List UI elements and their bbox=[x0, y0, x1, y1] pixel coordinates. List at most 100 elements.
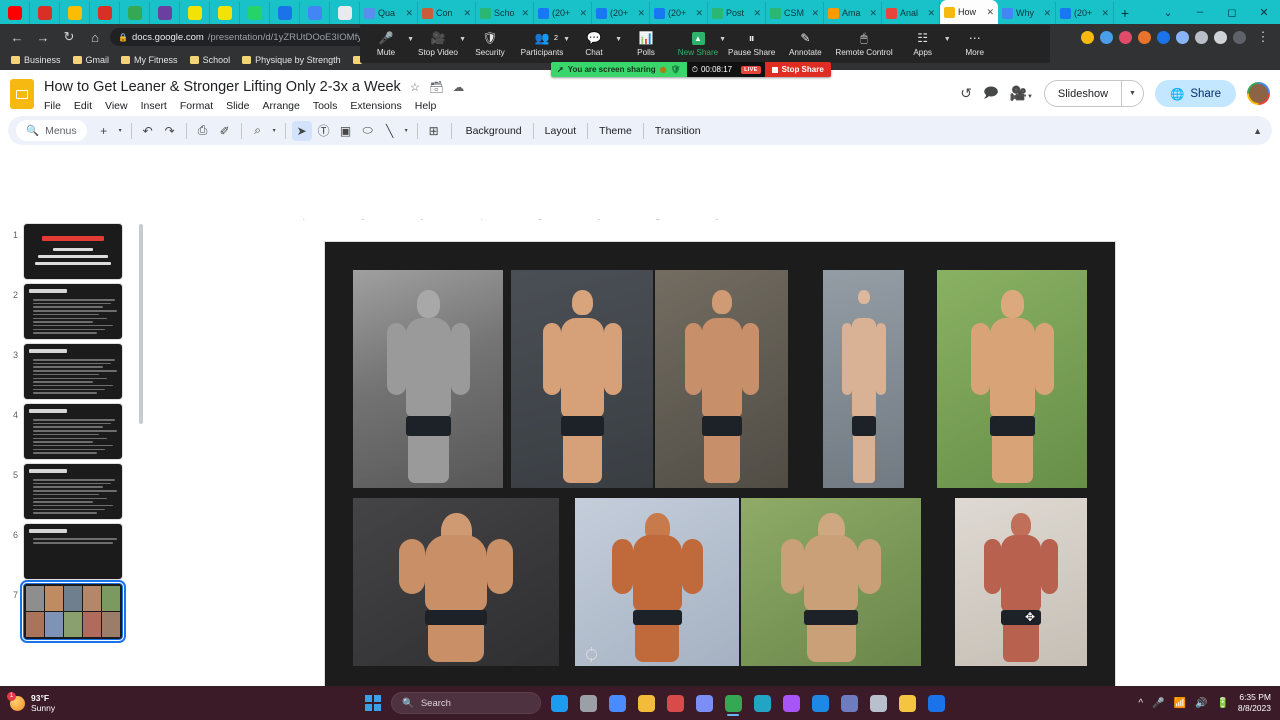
zoom-control-chat[interactable]: 💬 Chat ▼ bbox=[568, 32, 622, 57]
extension-icon-7[interactable] bbox=[1214, 30, 1227, 44]
address-bar[interactable]: 🔒 docs.google.com/presentation/d/1yZRUtD… bbox=[110, 28, 370, 46]
slideshow-dropdown-icon[interactable]: ▼ bbox=[1122, 90, 1143, 97]
taskbar-file-explorer-icon[interactable] bbox=[633, 690, 659, 716]
taskbar-zoom-icon[interactable] bbox=[604, 690, 630, 716]
star-icon[interactable]: ☆ bbox=[410, 80, 420, 94]
filmstrip-slide[interactable]: 4 bbox=[0, 400, 146, 460]
filmstrip-slide[interactable]: 5 bbox=[0, 460, 146, 520]
comment-icon[interactable]: 🗩 bbox=[983, 82, 999, 106]
close-window-button[interactable]: ✕ bbox=[1248, 6, 1280, 19]
taskbar-affinity-icon[interactable] bbox=[836, 690, 862, 716]
photo-older-lifter-bathroom[interactable] bbox=[955, 498, 1087, 666]
pinned-tab-gmail[interactable] bbox=[30, 2, 60, 24]
bookmark-item[interactable]: School bbox=[185, 54, 236, 66]
taskbar-edge-icon[interactable] bbox=[749, 690, 775, 716]
menus-search-input[interactable]: 🔍 Menus bbox=[16, 120, 87, 141]
filmstrip-slide[interactable]: 6 bbox=[0, 520, 146, 580]
pinned-tab-slack[interactable] bbox=[150, 2, 180, 24]
menu-file[interactable]: File bbox=[44, 100, 61, 112]
close-tab-icon[interactable]: ✕ bbox=[463, 8, 471, 19]
extension-icon-3[interactable] bbox=[1138, 30, 1151, 44]
taskbar-media-player-icon[interactable] bbox=[778, 690, 804, 716]
photo-outdoor-flex-tattoo[interactable] bbox=[937, 270, 1087, 488]
weather-widget[interactable]: 1 93°F Sunny bbox=[0, 691, 360, 713]
line-dropdown[interactable]: ▾ bbox=[402, 127, 411, 134]
new-slide-button[interactable]: + bbox=[94, 121, 114, 141]
extension-icon-6[interactable] bbox=[1195, 30, 1208, 44]
rotation-handle[interactable] bbox=[586, 647, 597, 662]
extension-icon-4[interactable] bbox=[1157, 30, 1170, 44]
share-shield-icon[interactable]: 🛡 bbox=[671, 65, 681, 74]
zoom-button[interactable]: ⌕ bbox=[248, 121, 268, 141]
zoom-dropdown[interactable]: ▾ bbox=[270, 127, 279, 134]
slide-thumbnail[interactable] bbox=[23, 343, 123, 400]
browser-tab[interactable]: (20+ ✕ bbox=[1056, 2, 1114, 24]
menu-format[interactable]: Format bbox=[180, 100, 213, 112]
menu-extensions[interactable]: Extensions bbox=[350, 100, 401, 112]
zoom-control-annotate[interactable]: ✎ Annotate bbox=[779, 32, 831, 57]
speaker-icon[interactable]: 🔊 bbox=[1195, 698, 1207, 709]
version-history-icon[interactable]: ↺ bbox=[960, 85, 972, 102]
pinned-tab-gmail-2[interactable] bbox=[90, 2, 120, 24]
slide-canvas-area[interactable]: ✥ bbox=[146, 220, 1280, 710]
add-comment-button[interactable]: ⊞ bbox=[424, 121, 444, 141]
photo-gym-flex-pair[interactable] bbox=[655, 270, 788, 488]
photo-outdoor-lean-shirtless[interactable] bbox=[741, 498, 921, 666]
close-tab-icon[interactable]: ✕ bbox=[637, 8, 645, 19]
menu-arrange[interactable]: Arrange bbox=[262, 100, 299, 112]
maximize-button[interactable]: ◻ bbox=[1216, 6, 1248, 19]
filmstrip-slide[interactable]: 3 bbox=[0, 340, 146, 400]
filmstrip-scrollbar[interactable] bbox=[139, 224, 143, 424]
meet-camera-icon[interactable]: 🎥▼ bbox=[1010, 85, 1033, 102]
menu-help[interactable]: Help bbox=[415, 100, 437, 112]
browser-tab[interactable]: Scho ✕ bbox=[476, 2, 534, 24]
menu-tools[interactable]: Tools bbox=[313, 100, 338, 112]
taskbar-search-input[interactable]: 🔍 Search bbox=[391, 692, 541, 714]
back-button[interactable]: ← bbox=[6, 30, 28, 45]
pinned-tab-drive-2[interactable] bbox=[120, 2, 150, 24]
move-to-folder-icon[interactable]: 🗃 bbox=[429, 80, 444, 94]
microphone-icon[interactable]: 🎤 bbox=[1152, 698, 1164, 709]
line-button[interactable]: ╲ bbox=[380, 121, 400, 141]
slide-thumbnail[interactable] bbox=[23, 403, 123, 460]
browser-tab[interactable]: CSM ✕ bbox=[766, 2, 824, 24]
paint-format-button[interactable]: ✐ bbox=[215, 121, 235, 141]
pinned-tab-chatgpt-2[interactable] bbox=[210, 2, 240, 24]
current-slide[interactable]: ✥ bbox=[325, 242, 1115, 692]
share-button[interactable]: 🌐 Share bbox=[1154, 80, 1236, 107]
browser-tab[interactable]: Con ✕ bbox=[418, 2, 476, 24]
photo-locker-room-mirror-selfie[interactable] bbox=[353, 498, 559, 666]
taskbar-calculator-icon[interactable] bbox=[865, 690, 891, 716]
menu-view[interactable]: View bbox=[105, 100, 128, 112]
new-tab-button[interactable]: + bbox=[1114, 2, 1136, 24]
close-tab-icon[interactable]: ✕ bbox=[695, 8, 703, 19]
tab-search-icon[interactable]: ⌄ bbox=[1152, 6, 1184, 19]
pinned-tab-books[interactable] bbox=[330, 2, 360, 24]
zoom-control-remote-control[interactable]: 🖱 Remote Control bbox=[831, 32, 896, 57]
select-tool-button[interactable]: ➤ bbox=[291, 120, 312, 141]
document-title[interactable]: How to Get Leaner & Stronger Lifting Onl… bbox=[44, 79, 401, 95]
browser-tab[interactable]: Post ✕ bbox=[708, 2, 766, 24]
slideshow-button[interactable]: Slideshow ▼ bbox=[1043, 80, 1144, 107]
browser-tab[interactable]: Qua ✕ bbox=[360, 2, 418, 24]
slide-thumbnail[interactable] bbox=[23, 223, 123, 280]
close-tab-icon[interactable]: ✕ bbox=[753, 8, 761, 19]
filmstrip-slide[interactable]: 2 bbox=[0, 280, 146, 340]
photo-classic-bw-bodybuilder[interactable] bbox=[353, 270, 503, 488]
menu-insert[interactable]: Insert bbox=[141, 100, 167, 112]
zoom-control-new-share[interactable]: ▲ New Share ▼ bbox=[672, 32, 726, 57]
zoom-control-stop-video[interactable]: 🎥 Stop Video ▼ bbox=[412, 32, 466, 57]
toolbar-background-button[interactable]: Background bbox=[459, 125, 529, 137]
avatar[interactable] bbox=[1247, 82, 1270, 105]
battery-icon[interactable]: 🔋 bbox=[1216, 698, 1228, 709]
zoom-control-participants[interactable]: 👥 Participants ▼ 2 bbox=[516, 32, 570, 57]
reload-button[interactable]: ↻ bbox=[58, 29, 80, 45]
menu-edit[interactable]: Edit bbox=[74, 100, 92, 112]
photo-competition-bodybuilder-blue-shorts[interactable] bbox=[575, 498, 739, 666]
photo-rings-physique[interactable] bbox=[823, 270, 904, 488]
filmstrip-slide[interactable]: 1 bbox=[0, 220, 146, 280]
browser-tab[interactable]: Ama ✕ bbox=[824, 2, 882, 24]
close-tab-icon[interactable]: ✕ bbox=[1043, 8, 1051, 19]
pinned-tab-chrome[interactable] bbox=[300, 2, 330, 24]
browser-menu-icon[interactable]: ⋮ bbox=[1252, 29, 1274, 45]
